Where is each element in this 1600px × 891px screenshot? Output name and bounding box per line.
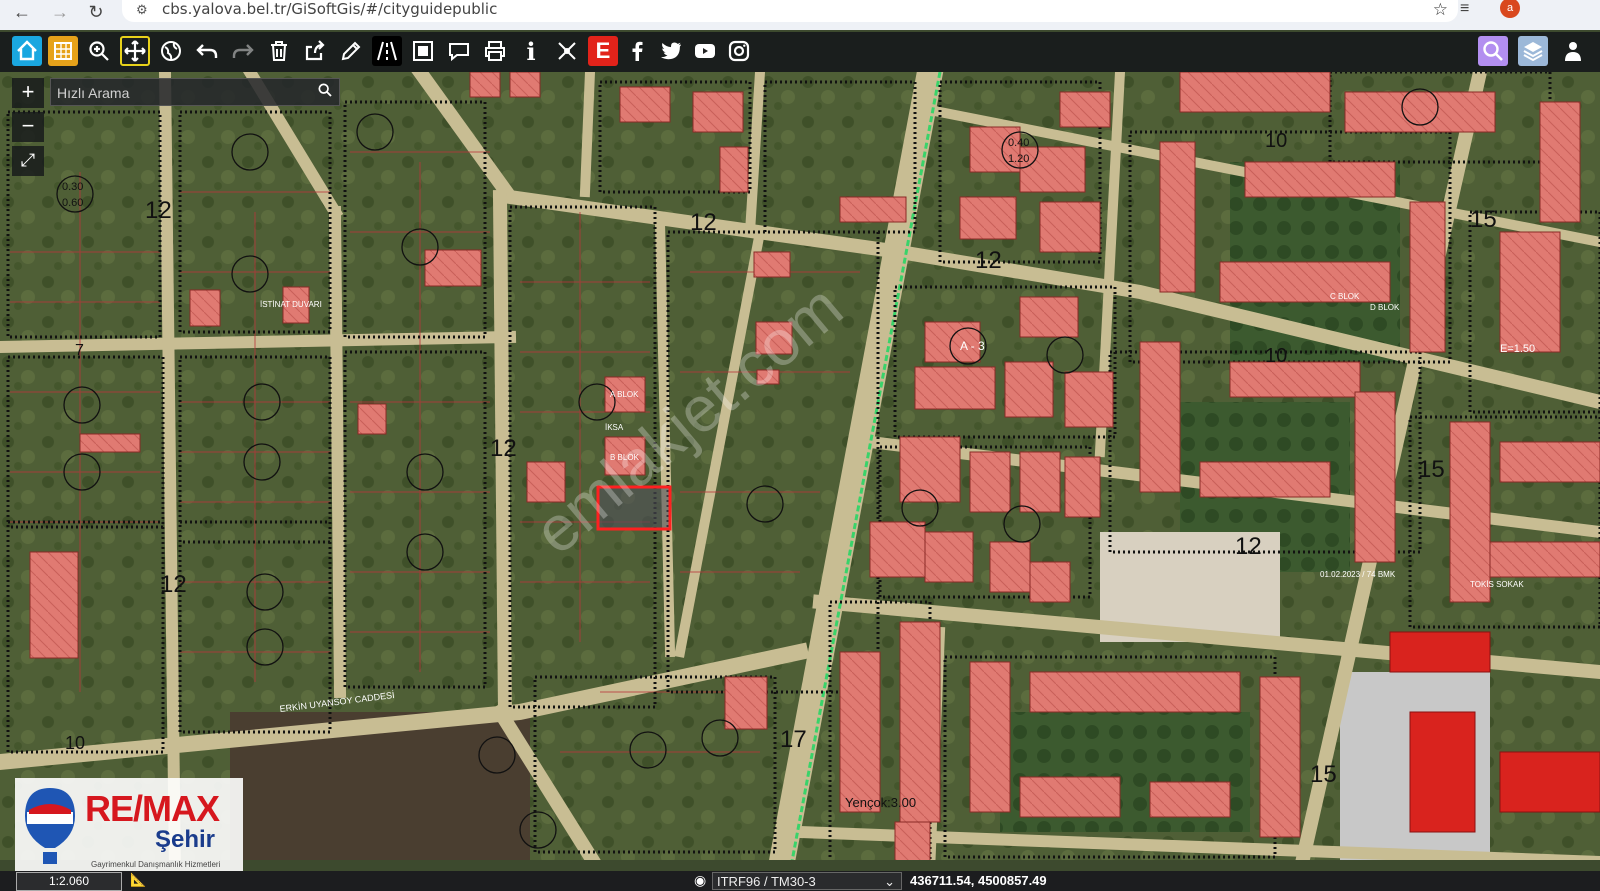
map-label-zone-120: 1.20 — [1008, 153, 1029, 165]
back-icon[interactable]: ← — [10, 2, 34, 24]
trash-icon[interactable] — [264, 36, 294, 66]
globe-icon[interactable] — [156, 36, 186, 66]
comment-icon[interactable] — [444, 36, 474, 66]
map-label-tokis: TOKİS SOKAK — [1470, 580, 1524, 589]
user-icon[interactable] — [1558, 36, 1588, 66]
home-icon[interactable] — [12, 36, 42, 66]
map-label-a3: A - 3 — [960, 339, 985, 353]
scale-input[interactable]: 1:2.060 — [16, 872, 122, 891]
pan-move-icon[interactable] — [120, 36, 150, 66]
youtube-icon[interactable] — [690, 36, 720, 66]
zoom-out-button[interactable]: − — [12, 112, 44, 142]
site-settings-icon[interactable]: ⚙ — [136, 2, 148, 18]
info-icon[interactable]: i — [516, 36, 546, 66]
address-bar[interactable]: ⚙ cbs.yalova.bel.tr/GiSoftGis/#/cityguid… — [122, 0, 1458, 22]
balloon-icon — [25, 788, 75, 864]
search-icon[interactable] — [317, 82, 333, 103]
map-canvas[interactable]: 12 12 12 12 12 12 10 10 10 7 17 15 15 15… — [0, 72, 1600, 860]
road-icon[interactable] — [372, 36, 402, 66]
map-label-road-15-b: 15 — [1418, 456, 1445, 483]
remax-logo: RE/MAX Şehir Gayrimenkul Danışmanlık Hiz… — [15, 778, 243, 876]
map-label-date: 01.02.2023 / 74 BMK — [1320, 570, 1396, 579]
logo-tagline: Gayrimenkul Danışmanlık Hizmetleri — [91, 860, 221, 869]
status-bar: 1:2.060 📐 ◉ ITRF96 / TM30-3 ⌄ 436711.54,… — [0, 871, 1600, 891]
map-label-zone-040: 0.40 — [1008, 137, 1029, 149]
map-label-road-15-c: 15 — [1310, 761, 1337, 788]
gis-toolbar: i E — [0, 32, 1600, 72]
coordinate-readout: 436711.54, 4500857.49 — [910, 873, 1047, 888]
logo-brand-text: RE/MAX — [85, 788, 220, 829]
browser-bar: ← → ↻ ⚙ cbs.yalova.bel.tr/GiSoftGis/#/ci… — [0, 0, 1600, 30]
map-label-yencok: Yençok:3.00 — [845, 795, 916, 810]
forward-icon[interactable]: → — [48, 2, 72, 24]
map-label-road-17: 17 — [780, 726, 807, 753]
ruler-icon[interactable]: 📐 — [130, 872, 146, 888]
map-label-road-12-f: 12 — [160, 571, 187, 598]
logo-city-text: Şehir — [155, 826, 216, 853]
chevron-down-icon: ⌄ — [884, 874, 895, 889]
map-label-istinat: İSTİNAT DUVARI — [260, 300, 322, 309]
quick-search — [50, 78, 340, 107]
map-label-d-blok: D BLOK — [1370, 303, 1400, 312]
crs-select-value: ITRF96 / TM30-3 — [717, 874, 816, 889]
map-label-road-12-b: 12 — [690, 209, 717, 236]
zoom-in-icon[interactable] — [84, 36, 114, 66]
crs-select[interactable]: ITRF96 / TM30-3 ⌄ — [712, 872, 902, 890]
map-label-emsal: E=1.50 — [1500, 343, 1535, 355]
layers-grid-icon[interactable] — [48, 36, 78, 66]
pencil-icon[interactable] — [336, 36, 366, 66]
zoom-in-button[interactable]: + — [12, 78, 44, 108]
map-label-road-10-b: 10 — [1265, 130, 1287, 152]
map-label-road-12-e: 12 — [1235, 533, 1262, 560]
map-label-c-blok: C BLOK — [1330, 292, 1360, 301]
e-logo-icon[interactable]: E — [588, 36, 618, 66]
bookmark-star-icon[interactable]: ☆ — [1433, 0, 1448, 20]
profile-avatar[interactable]: a — [1500, 0, 1520, 18]
map-label-road-15-a: 15 — [1470, 206, 1497, 233]
redo-icon[interactable] — [228, 36, 258, 66]
facebook-icon[interactable] — [622, 36, 652, 66]
map-label-road-12-a: 12 — [145, 197, 172, 224]
measure-icon[interactable] — [552, 36, 582, 66]
instagram-icon[interactable] — [724, 36, 754, 66]
map-label-a-blok: A BLOK — [610, 390, 639, 399]
search-icon[interactable] — [1478, 36, 1508, 66]
twitter-icon[interactable] — [656, 36, 686, 66]
map-label-road-12-d: 12 — [490, 435, 517, 462]
url-text[interactable]: cbs.yalova.bel.tr/GiSoftGis/#/cityguidep… — [162, 0, 497, 18]
map-label-road-7-a: 7 — [75, 342, 84, 359]
map-label-road-10-c: 10 — [65, 733, 85, 753]
reload-icon[interactable]: ↻ — [84, 2, 108, 24]
map-label-road-12-c: 12 — [975, 247, 1002, 274]
map-label-road-10-a: 10 — [1265, 345, 1287, 367]
frame-icon[interactable] — [408, 36, 438, 66]
map-label-zone-060: 0.60 — [62, 197, 83, 209]
map-label-zone-030: 0.30 — [62, 181, 83, 193]
fullscreen-button[interactable]: ⤢ — [12, 146, 44, 176]
print-icon[interactable] — [480, 36, 510, 66]
layers-icon[interactable] — [1518, 36, 1548, 66]
undo-icon[interactable] — [192, 36, 222, 66]
target-icon[interactable]: ◉ — [694, 872, 706, 889]
extensions-icon[interactable]: ≡ — [1460, 0, 1469, 18]
share-icon[interactable] — [300, 36, 330, 66]
quick-search-input[interactable] — [51, 79, 309, 107]
aerial-map: 12 12 12 12 12 12 10 10 10 7 17 15 15 15… — [0, 72, 1600, 860]
